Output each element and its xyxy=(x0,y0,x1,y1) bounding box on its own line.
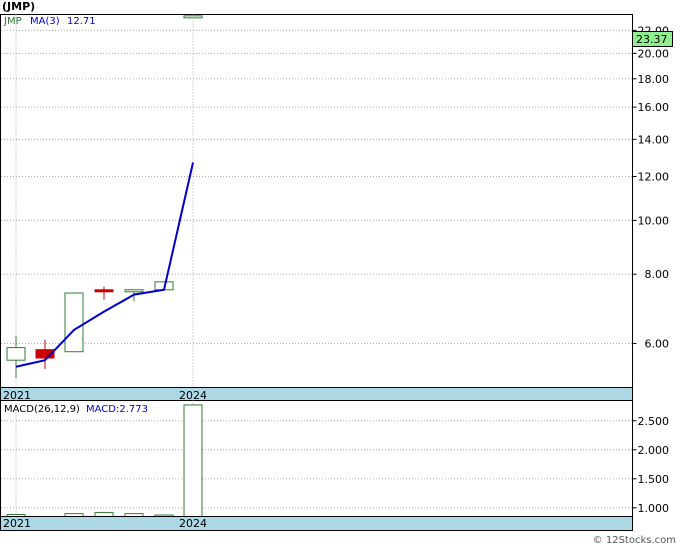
macd-bar xyxy=(183,404,203,517)
price-tag: 23.37 xyxy=(636,33,668,46)
candle-body xyxy=(6,347,26,361)
macd-y-tick-label: 2.500 xyxy=(638,415,670,428)
price-y-tick-label: 14.00 xyxy=(638,133,670,146)
price-y-tick-label: 18.00 xyxy=(638,73,670,86)
price-panel: 6.008.0010.0012.0014.0016.0018.0020.0022… xyxy=(0,0,673,403)
macd-bar xyxy=(94,511,114,518)
candle-body xyxy=(64,292,84,353)
macd-x-tick-label: 2024 xyxy=(179,517,207,530)
candle-body xyxy=(183,15,203,19)
price-y-tick-label: 6.00 xyxy=(645,338,670,351)
price-y-tick-label: 12.00 xyxy=(638,170,670,183)
price-y-tick-label: 10.00 xyxy=(638,214,670,227)
macd-y-tick-label: 2.000 xyxy=(638,444,670,457)
price-y-axis: 6.008.0010.0012.0014.0016.0018.0020.0022… xyxy=(632,24,670,351)
price-plot-area xyxy=(0,14,633,388)
legend-ma-value: 12.71 xyxy=(67,16,96,27)
candle-body xyxy=(94,289,114,293)
price-y-tick-label: 8.00 xyxy=(645,268,670,281)
macd-x-axis-band xyxy=(0,516,633,531)
macd-y-tick-label: 1.500 xyxy=(638,473,670,486)
macd-label: MACD(26,12,9) xyxy=(4,404,80,415)
price-y-tick-label: 20.00 xyxy=(638,47,670,60)
macd-x-tick-label: 2021 xyxy=(3,517,31,530)
stock-chart: 6.008.0010.0012.0014.0016.0018.0020.0022… xyxy=(0,0,676,546)
watermark: © 12Stocks.com xyxy=(593,535,676,546)
macd-y-axis: 1.000 1.500 2.000 2.500 xyxy=(632,415,670,515)
price-y-tick-label: 16.00 xyxy=(638,101,670,114)
macd-value-label: MACD:2.773 xyxy=(86,404,148,415)
chart-title: (JMP) xyxy=(2,0,35,13)
legend-ticker: JMP xyxy=(3,16,22,27)
macd-y-tick-label: 1.000 xyxy=(638,502,670,515)
legend-ma-label: MA(3) xyxy=(30,16,60,27)
macd-plot-area xyxy=(0,400,633,517)
candle-body xyxy=(124,289,144,293)
macd-panel: 1.000 1.500 2.000 2.500 2021 2024 MACD(26,1… xyxy=(0,400,670,531)
